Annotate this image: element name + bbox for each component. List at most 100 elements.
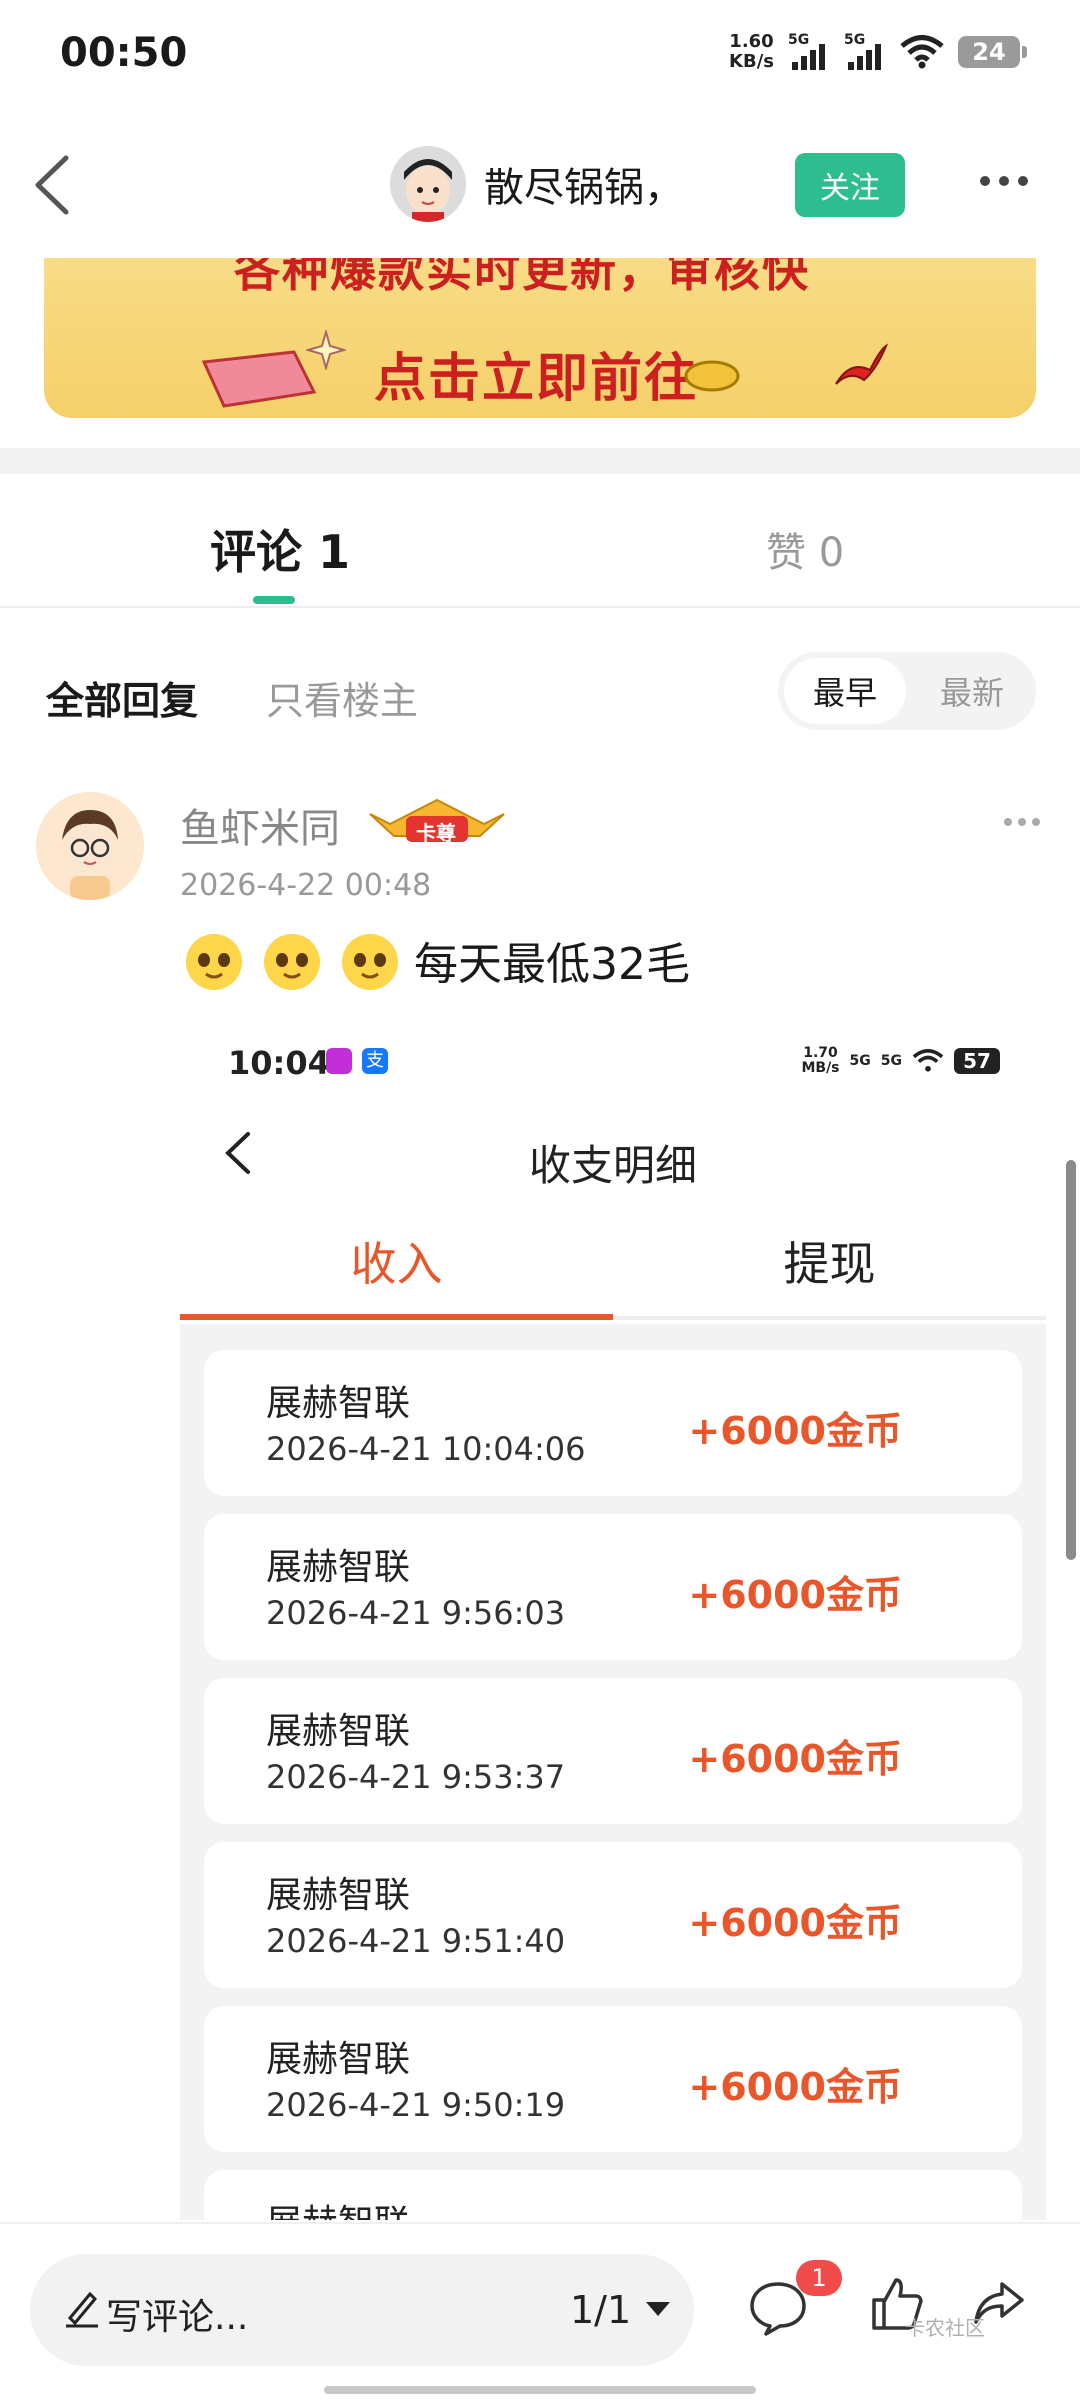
record-time: 2026-4-21 10:04:06 <box>266 1430 586 1468</box>
post-header: 散尽锅锅， 关注 <box>0 110 1080 260</box>
image-status-bar: 10:04 支 1.70 MB/s 5G 5G 57 <box>180 1020 1046 1100</box>
signal-icon: 5G <box>849 1053 871 1069</box>
record-amount: +6000金币 <box>688 1409 902 1453</box>
record-name: 展赫智联 <box>266 1383 411 1424</box>
coin-icon <box>684 360 740 392</box>
record-time: 2026-4-21 9:50:19 <box>266 2086 566 2124</box>
smile-emoji-icon <box>264 934 320 990</box>
sim1-label: 5G <box>788 32 810 48</box>
pen-icon <box>66 2291 98 2328</box>
more-icon[interactable] <box>980 176 1028 186</box>
app-icon <box>326 1048 352 1074</box>
image-status-icons: 1.70 MB/s 5G 5G 57 <box>801 1046 1000 1076</box>
banner-cta-text: 点击立即前往 <box>374 349 699 409</box>
image-net-speed-value: 1.70 <box>803 1045 838 1061</box>
badge-text: 卡尊 <box>416 821 456 845</box>
image-tab-withdraw: 提现 <box>783 1237 876 1291</box>
sparkle-icon <box>306 330 346 370</box>
alipay-icon: 支 <box>362 1048 388 1074</box>
record-time: 2026-4-21 9:56:03 <box>266 1594 566 1632</box>
record-time: 2026-4-21 9:51:40 <box>266 1922 566 1960</box>
author-name[interactable]: 散尽锅锅， <box>484 155 684 213</box>
wifi-icon <box>900 35 944 69</box>
record-name: 展赫智联 <box>266 1547 411 1588</box>
image-tabs: 收入 提现 <box>180 1200 1046 1320</box>
author-avatar[interactable] <box>390 146 466 222</box>
avatar-icon <box>36 792 144 900</box>
wifi-icon <box>912 1049 944 1072</box>
signal-icon: 5G <box>880 1053 902 1069</box>
record-amount: +6000金币 <box>688 1737 902 1781</box>
author-info[interactable]: 散尽锅锅， <box>390 146 684 222</box>
sim2-label: 5G <box>844 32 866 48</box>
record-name: 展赫智联 <box>266 2039 411 2080</box>
comment-count-badge: 1 <box>796 2260 842 2296</box>
status-bar: 00:50 1.60 KB/s 5G 5G 24 <box>0 0 1080 110</box>
record-amount: +6000金币 <box>688 1573 902 1617</box>
sort-latest-button[interactable]: 最新 <box>914 658 1030 724</box>
comment-content: 每天最低32毛 <box>180 926 690 994</box>
tab-comments[interactable]: 评论 1 <box>210 516 350 582</box>
record-name: 展赫智联 <box>266 1711 411 1752</box>
record-time: 2026-4-21 9:53:37 <box>266 1758 566 1796</box>
comment-text: 每天最低32毛 <box>414 939 690 990</box>
watermark: 卡农社区 <box>905 2316 985 2340</box>
scrollbar[interactable] <box>1066 1160 1076 1560</box>
image-net-speed-unit: MB/s <box>801 1060 840 1076</box>
net-speed: 1.60 KB/s <box>729 32 774 72</box>
comment-image[interactable]: 10:04 支 1.70 MB/s 5G 5G 57 收支明细 收入 提现 展赫… <box>180 1020 1046 2220</box>
commenter-name[interactable]: 鱼虾米同 <box>180 796 340 854</box>
sort-earliest-button[interactable]: 最早 <box>784 658 906 724</box>
smile-emoji-icon <box>342 934 398 990</box>
comment-time: 2026-4-22 00:48 <box>180 868 432 903</box>
comment-more-icon[interactable] <box>1004 818 1040 826</box>
comment-tabs: 评论 1 赞 0 <box>0 474 1080 608</box>
home-indicator[interactable] <box>324 2386 756 2394</box>
list-item: 展赫智联 <box>204 2170 1022 2220</box>
list-item: 展赫智联 2026-4-21 9:56:03 +6000金币 <box>204 1514 1022 1660</box>
sort-toggle: 最早 最新 <box>778 652 1036 730</box>
tab-active-indicator <box>253 596 295 604</box>
image-record-list: 展赫智联 2026-4-21 10:04:06 +6000金币 展赫智联 202… <box>180 1324 1046 2220</box>
image-nav-bar: 收支明细 <box>180 1100 1046 1200</box>
write-comment-placeholder: 写评论... <box>106 2297 249 2338</box>
list-item: 展赫智联 2026-4-21 10:04:06 +6000金币 <box>204 1350 1022 1496</box>
status-time: 00:50 <box>60 30 188 76</box>
battery-icon: 24 <box>958 36 1027 68</box>
tab-likes[interactable]: 赞 0 <box>766 520 844 578</box>
image-page-title: 收支明细 <box>528 1141 697 1190</box>
record-amount: +6000金币 <box>688 1901 902 1945</box>
list-item: 展赫智联 2026-4-21 9:50:19 +6000金币 <box>204 2006 1022 2152</box>
chevron-down-icon[interactable] <box>646 2302 670 2316</box>
smile-emoji-icon <box>186 934 242 990</box>
image-net-speed: 1.70 MB/s <box>801 1046 839 1076</box>
page-indicator[interactable]: 1/1 <box>570 2288 631 2332</box>
net-speed-unit: KB/s <box>729 51 774 72</box>
banner-top-text: 各种爆款实时更新，审核快 <box>234 258 810 297</box>
list-item: 展赫智联 2026-4-21 9:53:37 +6000金币 <box>204 1678 1022 1824</box>
status-icons: 1.60 KB/s 5G 5G 24 <box>729 32 1027 72</box>
filter-owner-only[interactable]: 只看楼主 <box>266 670 418 725</box>
image-status-time: 10:04 <box>228 1044 330 1082</box>
section-divider <box>0 448 1080 474</box>
list-item: 展赫智联 2026-4-21 9:51:40 +6000金币 <box>204 1842 1022 1988</box>
user-rank-badge: 卡尊 <box>364 794 510 848</box>
red-envelope-icon <box>201 350 317 408</box>
record-amount: +6000金币 <box>688 2065 902 2109</box>
reply-filters: 全部回复 只看楼主 最早 最新 <box>0 640 1080 740</box>
filter-all-replies[interactable]: 全部回复 <box>46 670 198 725</box>
image-tab-indicator <box>180 1314 613 1320</box>
commenter-avatar[interactable] <box>36 792 144 900</box>
write-comment-input[interactable]: 写评论... 1/1 <box>30 2254 694 2366</box>
signal-icon: 5G <box>844 32 886 72</box>
record-name: 展赫智联 <box>266 1875 411 1916</box>
record-name: 展赫智联 <box>266 2194 410 2220</box>
back-icon[interactable] <box>26 150 86 220</box>
net-speed-value: 1.60 <box>729 31 774 52</box>
follow-button[interactable]: 关注 <box>795 153 905 217</box>
avatar-icon <box>390 146 466 222</box>
promo-banner[interactable]: 各种爆款实时更新，审核快 点击立即前往 <box>44 258 1036 418</box>
ribbon-icon <box>835 343 889 385</box>
signal-icon: 5G <box>788 32 830 72</box>
image-tab-income: 收入 <box>350 1237 443 1291</box>
